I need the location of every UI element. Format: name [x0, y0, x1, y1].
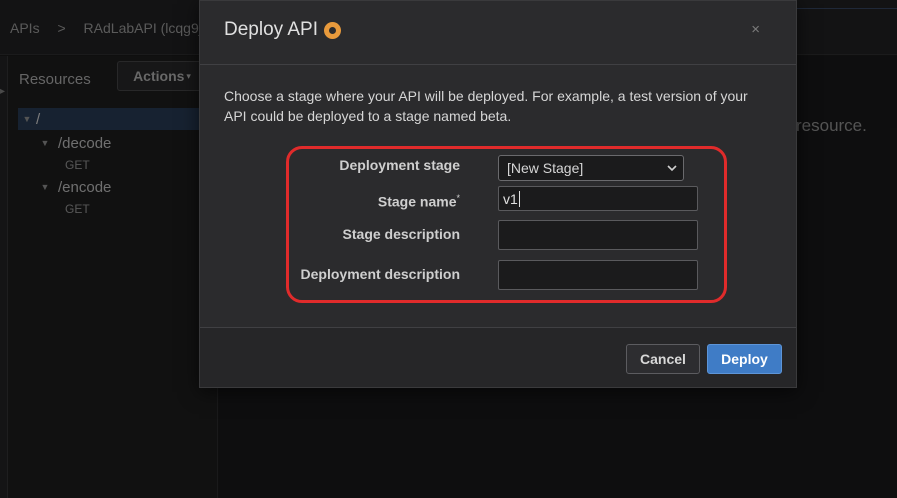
deployment-stage-selected-value: [New Stage] — [507, 160, 584, 176]
dialog-body: Choose a stage where your API will be de… — [200, 66, 796, 326]
deployment-stage-label: Deployment stage — [339, 157, 460, 173]
chevron-down-icon — [667, 165, 677, 172]
close-button[interactable]: × — [751, 21, 760, 38]
dialog-title-text: Deploy API — [224, 19, 318, 40]
required-asterisk: * — [456, 193, 460, 203]
dialog-intro-text: Choose a stage where your API will be de… — [224, 88, 748, 124]
dialog-header: Deploy API × — [200, 1, 796, 65]
deployment-stage-select[interactable]: [New Stage] — [498, 155, 684, 181]
deploy-button[interactable]: Deploy — [707, 344, 782, 374]
stage-name-input[interactable]: v1 — [498, 186, 698, 211]
info-icon[interactable] — [324, 21, 341, 39]
deployment-description-label: Deployment description — [300, 266, 460, 282]
stage-name-value: v1 — [503, 190, 518, 207]
deployment-description-input[interactable] — [498, 260, 698, 290]
stage-name-label-text: Stage name — [377, 193, 457, 210]
dialog-title: Deploy API — [224, 19, 341, 41]
stage-name-label: Stage name* — [200, 193, 460, 210]
stage-description-input[interactable] — [498, 220, 698, 250]
stage-description-label: Stage description — [342, 226, 460, 242]
cancel-button[interactable]: Cancel — [626, 344, 700, 374]
text-cursor — [518, 190, 520, 207]
deploy-api-dialog: Deploy API × Choose a stage where your A… — [199, 0, 797, 388]
dialog-footer: Cancel Deploy — [200, 327, 796, 387]
